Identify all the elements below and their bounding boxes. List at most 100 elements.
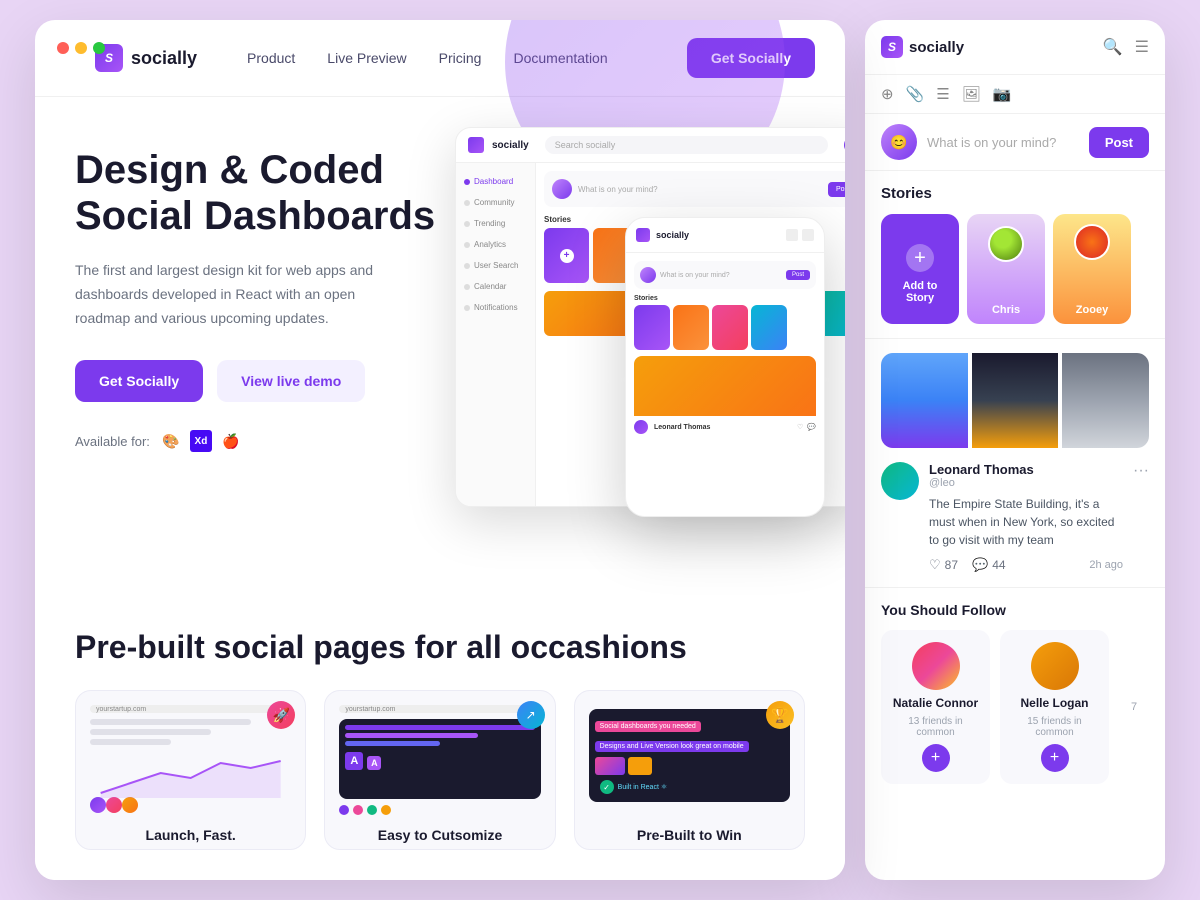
story-add-btn[interactable]: + — [906, 244, 934, 272]
search-icon[interactable]: 🔍 — [1103, 37, 1123, 57]
feed-images-section: Leonard Thomas @leo The Empire State Bui… — [865, 339, 1165, 588]
mobile-story-2[interactable] — [712, 305, 748, 350]
nav-pricing[interactable]: Pricing — [439, 50, 482, 66]
story-add[interactable]: + — [544, 228, 589, 283]
card-url-2: yourstartup.com — [339, 705, 540, 713]
natalie-follow-btn[interactable]: + — [922, 744, 950, 772]
nelle-name: Nelle Logan — [1020, 696, 1088, 710]
react-badge: ✓ Built in React ⚛ — [595, 778, 672, 796]
hero-title: Design & Coded Social Dashboards — [75, 147, 475, 239]
dash-avatar — [552, 179, 572, 199]
figma-icon: 🎨 — [160, 430, 182, 452]
hero-live-demo-button[interactable]: View live demo — [217, 360, 365, 402]
story-zooey[interactable]: Zooey — [1053, 214, 1131, 324]
card-lines-1 — [90, 719, 291, 745]
mobile-post: Leonard Thomas ♡💬 — [634, 356, 816, 438]
mobile-nav-icons — [786, 229, 814, 241]
dark-mockup: A A — [339, 719, 540, 799]
natalie-avatar — [912, 642, 960, 690]
window-controls — [57, 42, 105, 54]
dash-add-btn[interactable]: + — [844, 136, 845, 154]
sidebar-analytics[interactable]: Analytics — [456, 234, 535, 255]
line-2 — [90, 729, 211, 735]
mobile-post-actions: ♡💬 — [797, 423, 816, 431]
attachment-icon[interactable]: 📎 — [906, 85, 925, 103]
sidebar-trending[interactable]: Trending — [456, 213, 535, 234]
right-post-area: 😊 What is on your mind? Post — [865, 114, 1165, 171]
dash-post-input[interactable]: What is on your mind? — [578, 185, 822, 194]
dash-nav: socially Search socially + — [456, 128, 845, 163]
feed-post-handle: @leo — [929, 477, 1123, 489]
card-label-3: Pre-Built to Win — [575, 821, 804, 849]
dash-post-btn[interactable]: Post — [828, 182, 845, 197]
card-icon-blue: ↗ — [517, 701, 545, 729]
mobile-story-3[interactable] — [751, 305, 787, 350]
mobile-avatar — [640, 267, 656, 283]
dark-line-1 — [345, 725, 534, 730]
comments-stat: 💬 44 — [972, 557, 1006, 573]
feed-img-city — [972, 353, 1059, 448]
menu-icon[interactable]: ☰ — [1135, 37, 1149, 57]
mobile-icon-1 — [786, 229, 798, 241]
card-header-2: yourstartup.com ↗ — [339, 705, 540, 713]
card-inner-2: yourstartup.com ↗ A A — [325, 691, 554, 821]
feed-img-tunnel — [1062, 353, 1149, 448]
mobile-post-btn[interactable]: Post — [786, 270, 810, 280]
hero-get-socially-button[interactable]: Get Socially — [75, 360, 203, 402]
right-post-input[interactable]: What is on your mind? — [927, 135, 1079, 150]
nelle-avatar — [1031, 642, 1079, 690]
story-chris[interactable]: Chris — [967, 214, 1045, 324]
mobile-logo-text: socially — [656, 230, 780, 240]
sidebar-notifications[interactable]: Notifications — [456, 297, 535, 318]
more-options-btn[interactable]: ··· — [1133, 462, 1149, 480]
comments-count: 44 — [992, 558, 1005, 572]
mobile-icon-2 — [802, 229, 814, 241]
line-1 — [90, 719, 251, 725]
nelle-follow-btn[interactable]: + — [1041, 744, 1069, 772]
image-icon[interactable]: 🖼 — [962, 85, 981, 103]
feed-post-text: The Empire State Building, it's a must w… — [929, 495, 1123, 549]
feature-card-launch: yourstartup.com 🚀 — [75, 690, 306, 850]
likes-stat: ♡ 87 — [929, 557, 958, 573]
sidebar-calendar[interactable]: Calendar — [456, 276, 535, 297]
mobile-post-user: Leonard Thomas — [654, 424, 791, 431]
feed-post-user: Leonard Thomas — [929, 462, 1123, 477]
available-label: Available for: — [75, 434, 150, 449]
dash-search: Search socially — [545, 136, 828, 154]
heart-icon: ♡ — [929, 557, 941, 573]
right-post-btn[interactable]: Post — [1089, 127, 1149, 158]
right-nav-icons: 🔍 ☰ — [1103, 37, 1149, 57]
feed-post-stats: ♡ 87 💬 44 2h ago — [929, 557, 1123, 573]
mobile-story-add[interactable] — [634, 305, 670, 350]
hero-section: Design & Coded Social Dashboards The fir… — [35, 97, 845, 482]
dark-line-3 — [345, 741, 440, 746]
available-icons: 🎨 Xd 🍎 — [160, 430, 242, 452]
sidebar-dashboard[interactable]: Dashboard — [456, 171, 535, 192]
stories-section: Stories + Add toStory Chris Zooey — [865, 171, 1165, 339]
sidebar-user-search[interactable]: User Search — [456, 255, 535, 276]
camera-icon[interactable]: 📷 — [993, 85, 1012, 103]
right-user-avatar: 😊 — [881, 124, 917, 160]
mobile-stories-label: Stories — [634, 295, 816, 302]
logo: S socially — [95, 44, 197, 72]
follow-section: You Should Follow Natalie Connor 13 frie… — [865, 588, 1165, 798]
nav-product[interactable]: Product — [247, 50, 295, 66]
right-logo-text: socially — [909, 39, 964, 56]
feed-img-grid — [881, 353, 1149, 448]
card-inner-3: 🏆 Social dashboards you needed Designs a… — [575, 691, 804, 821]
sidebar-community[interactable]: Community — [456, 192, 535, 213]
line-3 — [90, 739, 171, 745]
story-add-card[interactable]: + Add toStory — [881, 214, 959, 324]
mobile-post-text[interactable]: What is on your mind? — [660, 272, 782, 279]
hero-text: Design & Coded Social Dashboards The fir… — [75, 147, 475, 452]
feed-avatar — [881, 462, 919, 500]
color-dots — [339, 805, 540, 815]
mobile-story-1[interactable] — [673, 305, 709, 350]
sketch-icon: 🍎 — [220, 430, 242, 452]
card-header-1: yourstartup.com 🚀 — [90, 705, 291, 713]
list-icon[interactable]: ☰ — [936, 85, 949, 103]
nav-live-preview[interactable]: Live Preview — [327, 50, 406, 66]
feed-img-sky — [881, 353, 968, 448]
add-icon[interactable]: ⊕ — [881, 85, 894, 103]
mobile-stories — [634, 305, 816, 350]
